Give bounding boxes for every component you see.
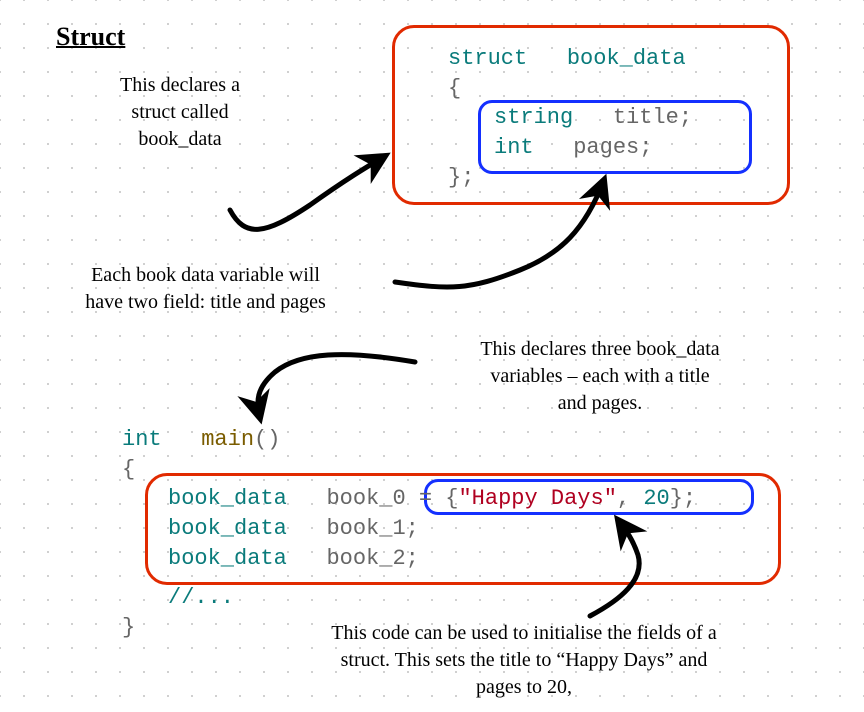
kw-struct: struct	[448, 46, 527, 71]
anno3-l2: variables – each with a title	[420, 363, 780, 390]
main-open-brace: {	[122, 455, 696, 485]
struct-code: struct book_data { string title; int pag…	[448, 44, 692, 192]
anno4-l2: struct. This sets the title to “Happy Da…	[224, 647, 824, 674]
anno1-l1: This declares a	[70, 72, 290, 99]
anno3-l3: and pages.	[420, 390, 780, 417]
annotation-two-fields: Each book data variable will have two fi…	[28, 262, 383, 316]
main-sig: int main()	[122, 425, 696, 455]
diagram-title: Struct	[56, 22, 125, 52]
struct-open-brace: {	[448, 74, 692, 104]
struct-close-brace: };	[448, 163, 692, 193]
book0-line: book_data book_0 = {"Happy Days", 20};	[122, 484, 696, 514]
fn-main: main	[201, 427, 254, 452]
annotation-three-vars: This declares three book_data variables …	[420, 336, 780, 417]
field-pages-name: pages;	[573, 135, 652, 160]
anno2-l1: Each book data variable will	[28, 262, 383, 289]
spacer	[122, 573, 696, 583]
book0-type: book_data	[168, 486, 287, 511]
book2-name: book_2;	[326, 546, 418, 571]
annotation-declares-struct: This declares a struct called book_data	[70, 72, 290, 153]
struct-field-pages: int pages;	[448, 133, 692, 163]
struct-line-1: struct book_data	[448, 44, 692, 74]
book2-type: book_data	[168, 546, 287, 571]
book1-line: book_data book_1;	[122, 514, 696, 544]
main-parens: ()	[254, 427, 280, 452]
anno4-l3: pages to 20,	[224, 674, 824, 701]
book0-decl-open: book_0 = {	[326, 486, 458, 511]
book0-pages-num: 20	[643, 486, 669, 511]
book0-title-str: "Happy Days"	[458, 486, 616, 511]
comment-ellipsis: //...	[122, 583, 696, 613]
book2-line: book_data book_2;	[122, 544, 696, 574]
main-code: int main() { book_data book_0 = {"Happy …	[122, 425, 696, 643]
book0-comma: ,	[617, 486, 643, 511]
field-title-name: title;	[613, 105, 692, 130]
kw-int-main: int	[122, 427, 162, 452]
struct-name: book_data	[567, 46, 686, 71]
book1-name: book_1;	[326, 516, 418, 541]
kw-int: int	[494, 135, 534, 160]
kw-string: string	[494, 105, 573, 130]
anno1-l3: book_data	[70, 126, 290, 153]
anno1-l2: struct called	[70, 99, 290, 126]
book1-type: book_data	[168, 516, 287, 541]
book0-close: };	[670, 486, 696, 511]
anno3-l1: This declares three book_data	[420, 336, 780, 363]
struct-field-title: string title;	[448, 103, 692, 133]
anno4-l1: This code can be used to initialise the …	[224, 620, 824, 647]
annotation-initialise: This code can be used to initialise the …	[224, 620, 824, 701]
anno2-l2: have two field: title and pages	[28, 289, 383, 316]
